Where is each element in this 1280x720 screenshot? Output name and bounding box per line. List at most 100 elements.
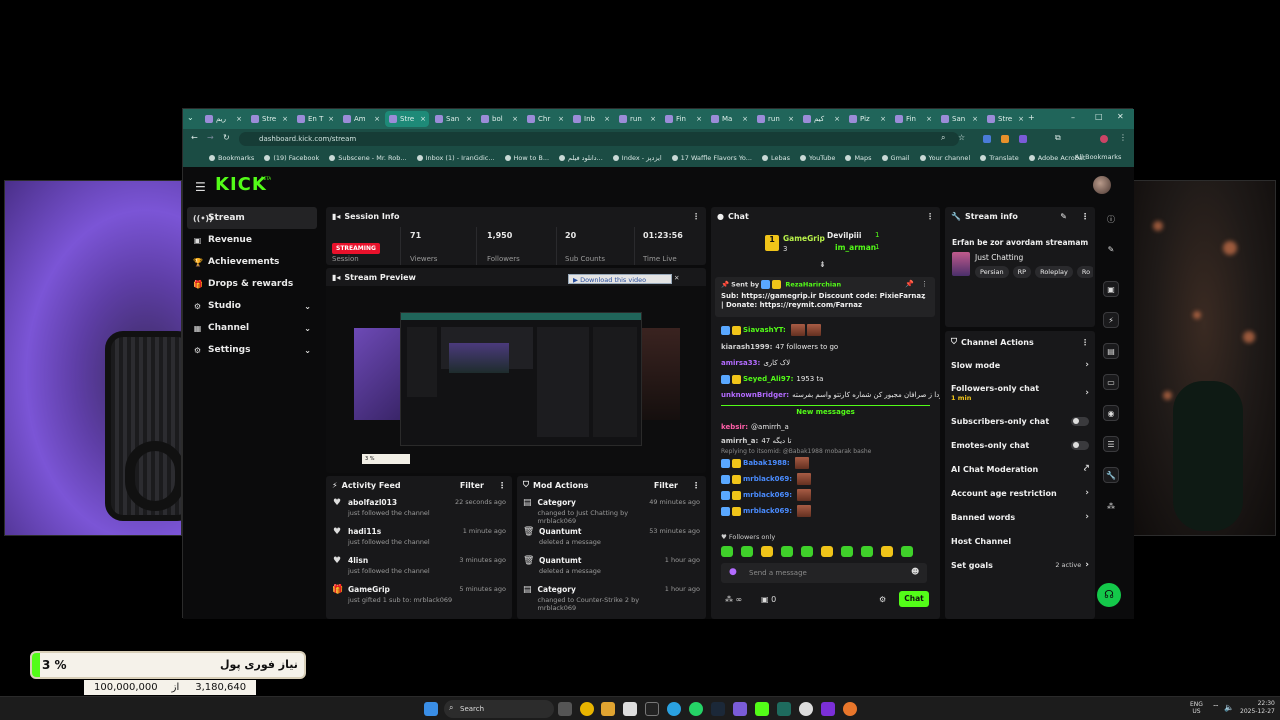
chat-username[interactable]: amirrh_a:	[721, 437, 758, 445]
microphone-icon[interactable]: ●	[729, 567, 737, 577]
browser-tab[interactable]: Ma ×	[707, 111, 751, 127]
close-tab-icon[interactable]: ×	[328, 115, 334, 123]
channel-action-set-goals[interactable]: Set goals 2 active ›	[945, 553, 1095, 577]
category-name[interactable]: Just Chatting	[975, 253, 1023, 262]
channel-action-banned-words[interactable]: Banned words ›	[945, 505, 1095, 529]
browser-tab[interactable]: Fin ×	[661, 111, 705, 127]
browser-tab[interactable]: Inb ×	[569, 111, 613, 127]
telegram-icon[interactable]	[667, 702, 681, 716]
browser-tab[interactable]: کیم ×	[799, 111, 843, 127]
new-tab-button[interactable]: +	[1028, 113, 1035, 122]
points-icon[interactable]: ⁂ ∞	[725, 595, 742, 604]
channel-action-slow-mode[interactable]: Slow mode ›	[945, 353, 1095, 377]
unpin-icon[interactable]: 📌	[905, 280, 914, 288]
app-icon[interactable]	[821, 702, 835, 716]
more-icon[interactable]: ⋮	[692, 212, 700, 221]
store-icon[interactable]	[623, 702, 637, 716]
chat-username[interactable]: Babak1988:	[743, 459, 790, 467]
start-icon[interactable]	[424, 702, 438, 716]
browser-tab[interactable]: ریم ×	[201, 111, 245, 127]
bookmark-item[interactable]: Bookmarks	[209, 154, 254, 162]
pen-icon[interactable]: ✎	[1103, 241, 1119, 257]
support-headset-icon[interactable]: ☊	[1097, 583, 1121, 607]
browser-tab[interactable]: Stre ×	[983, 111, 1027, 127]
close-tab-icon[interactable]: ×	[926, 115, 932, 123]
url-input[interactable]: dashboard.kick.com/stream	[239, 132, 959, 146]
chat-input-placeholder[interactable]: Send a message	[749, 569, 807, 577]
chat-username[interactable]: Seyed_Ali97:	[743, 375, 793, 383]
toggle-switch[interactable]	[1071, 416, 1089, 426]
steam-icon[interactable]	[711, 702, 725, 716]
file-explorer-icon[interactable]	[601, 702, 615, 716]
browser-tab[interactable]: Chr ×	[523, 111, 567, 127]
chatgpt-icon[interactable]	[799, 702, 813, 716]
toggle-switch[interactable]	[1071, 440, 1089, 450]
chevron-right-icon[interactable]: ›	[1085, 488, 1089, 498]
chat-username[interactable]: kiarash1999:	[721, 343, 772, 351]
sidebar-item-drops-rewards[interactable]: 🎁 Drops & rewards	[187, 273, 317, 295]
reload-icon[interactable]: ↻	[223, 133, 230, 142]
emoji-icon[interactable]: ☻	[911, 567, 919, 576]
send-chat-button[interactable]: Chat	[899, 591, 929, 607]
lightning-icon[interactable]: ⚡	[1103, 312, 1119, 328]
activity-user[interactable]: 4lisn	[348, 556, 430, 565]
activity-user[interactable]: GameGrip	[348, 585, 452, 594]
bookmark-item[interactable]: (19) Facebook	[264, 154, 319, 162]
chevron-right-icon[interactable]: ›	[1085, 388, 1089, 398]
whatsapp-icon[interactable]	[689, 702, 703, 716]
browser-tab[interactable]: En T ×	[293, 111, 337, 127]
browser-tab[interactable]: Am ×	[339, 111, 383, 127]
bookmark-item[interactable]: Translate	[980, 154, 1019, 162]
browser-tab[interactable]: Fin ×	[891, 111, 935, 127]
app-icon[interactable]	[777, 702, 791, 716]
sidebar-item-stream[interactable]: ((•)) Stream	[187, 207, 317, 229]
browser-tab[interactable]: Piz ×	[845, 111, 889, 127]
pinned-text-2[interactable]: | Donate: https://reymit.com/Farnaz	[721, 301, 929, 309]
close-tab-icon[interactable]: ×	[788, 115, 794, 123]
top-user-1[interactable]: GameGrip	[783, 234, 825, 243]
download-video-button[interactable]: ▶ Download this video	[568, 274, 672, 284]
bookmark-item[interactable]: دانلود فیلم...	[559, 154, 603, 162]
chat-settings-icon[interactable]: ⚙	[879, 595, 886, 604]
channel-action-followers-only-chat[interactable]: Followers-only chat 1 min ›	[945, 377, 1095, 409]
close-tab-icon[interactable]: ×	[834, 115, 840, 123]
broadcast-icon[interactable]: ◉	[1103, 405, 1119, 421]
close-tab-icon[interactable]: ×	[880, 115, 886, 123]
edit-icon[interactable]: ✎	[1060, 212, 1067, 221]
kick-logo[interactable]: KICK	[215, 174, 267, 195]
close-tab-icon[interactable]: ×	[604, 115, 610, 123]
emote-icon[interactable]	[881, 546, 893, 557]
channel-action-account-age-restriction[interactable]: Account age restriction ›	[945, 481, 1095, 505]
chat-username[interactable]: mrblack069:	[743, 507, 792, 515]
emote-icon[interactable]	[841, 546, 853, 557]
tag-chip[interactable]: Ro	[1076, 266, 1093, 278]
clock[interactable]: 22:30 2025-12-27	[1240, 700, 1275, 716]
maximize-icon[interactable]: □	[1095, 112, 1103, 121]
extensions-puzzle-icon[interactable]: ⧉	[1055, 133, 1061, 143]
more-icon[interactable]: ⋮	[921, 280, 928, 288]
chat-username[interactable]: unknownBridger:	[721, 391, 789, 399]
browser-tab[interactable]: run ×	[753, 111, 797, 127]
chevron-right-icon[interactable]: ›	[1085, 560, 1089, 570]
close-tab-icon[interactable]: ×	[650, 115, 656, 123]
bookmark-item[interactable]: Your channel	[919, 154, 970, 162]
close-tab-icon[interactable]: ×	[742, 115, 748, 123]
browser-tab[interactable]: bol ×	[477, 111, 521, 127]
bookmark-item[interactable]: Index - ایزدپز	[612, 154, 662, 162]
mod-filter-button[interactable]: Filter	[654, 481, 678, 490]
bookmark-item[interactable]: How to B...	[504, 154, 549, 162]
chevron-down-icon[interactable]: ⌄	[304, 324, 311, 333]
close-tab-icon[interactable]: ×	[972, 115, 978, 123]
chart-icon[interactable]: ⤤	[1084, 464, 1089, 474]
more-icon[interactable]: ⋮	[926, 212, 934, 221]
chevron-down-icon[interactable]: ⌄	[921, 293, 927, 301]
more-icon[interactable]: ⋮	[692, 481, 700, 490]
menu-icon[interactable]: ☰	[195, 180, 206, 194]
kick-app-icon[interactable]	[755, 702, 769, 716]
gift-counter[interactable]: ▣ 0	[761, 595, 776, 604]
close-tab-icon[interactable]: ×	[236, 115, 242, 123]
sidebar-item-achievements[interactable]: 🏆 Achievements	[187, 251, 317, 273]
focus-icon[interactable]: ▣	[1103, 281, 1119, 297]
profile-icon[interactable]	[1100, 135, 1108, 143]
activity-user[interactable]: abolfazl013	[348, 498, 430, 507]
